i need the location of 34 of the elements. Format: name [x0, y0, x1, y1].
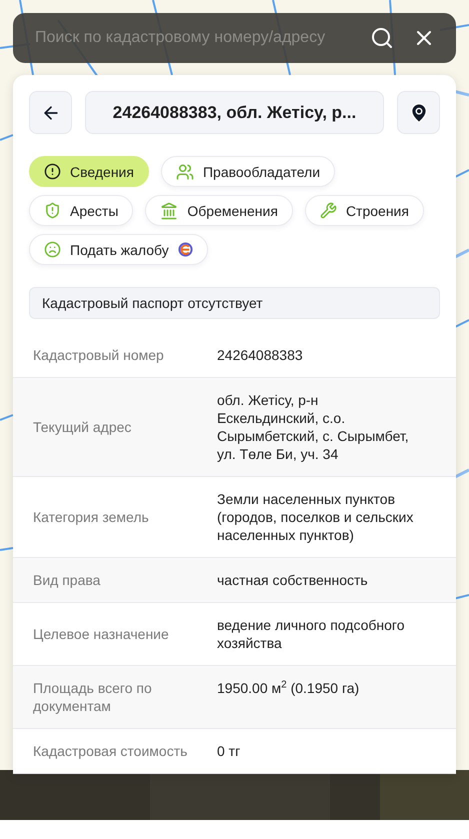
field-value: ведение личного подсобного хозяйства: [217, 616, 406, 652]
field-value: обл. Жетісу, р-н Ескельдинский, с.о. Сырымбетский, с. Сырымбет, ул. Төле Би, уч. 34: [217, 391, 410, 463]
tab[interactable]: Обременения: [145, 195, 293, 226]
search-field[interactable]: Поиск по кадастровому номеру/адресу: [33, 28, 352, 48]
tab[interactable]: Правообладатели: [160, 156, 336, 187]
tab[interactable]: Строения: [304, 195, 424, 226]
location-button[interactable]: [397, 91, 440, 134]
field-label: Категория земель: [33, 508, 150, 526]
field-label: Целевое назначение: [33, 625, 170, 643]
field-value: 0 тг: [217, 742, 242, 760]
wrench-icon: [320, 202, 337, 219]
notice-banner: Кадастровый паспорт отсутствует: [29, 287, 440, 319]
bank-icon: [160, 202, 178, 220]
parcel-title: 24264088383, обл. Жетісу, р...: [85, 91, 384, 134]
frown-icon: [44, 241, 61, 258]
tab[interactable]: Аресты: [29, 195, 134, 226]
field-value: частная собственность: [217, 571, 369, 589]
field-value: 24264088383: [217, 346, 304, 364]
search-icon[interactable]: [370, 26, 394, 50]
field-label: Кадастровая стоимость: [33, 742, 188, 760]
field-value: 1950.00 м$^{2}$ (0.1950 га): [217, 679, 360, 697]
alert-icon: [44, 163, 61, 180]
logo-icon: [178, 242, 193, 257]
shield-icon: [44, 202, 61, 219]
field-label: Вид права: [33, 571, 102, 589]
tab[interactable]: Подать жалобу: [29, 234, 208, 265]
back-button[interactable]: [29, 91, 72, 134]
field-label: Площадь всего по документам: [33, 679, 153, 715]
tab[interactable]: Сведения: [29, 156, 149, 187]
field-label: Текущий адрес: [33, 418, 132, 436]
people-icon: [176, 162, 194, 180]
field-label: Кадастровый номер: [33, 346, 165, 364]
search-bar[interactable]: Поиск по кадастровому номеру/адресу: [13, 13, 456, 63]
field-value: Земли населенных пунктов (городов, поселков и сельских населенных пунктов): [217, 490, 414, 544]
